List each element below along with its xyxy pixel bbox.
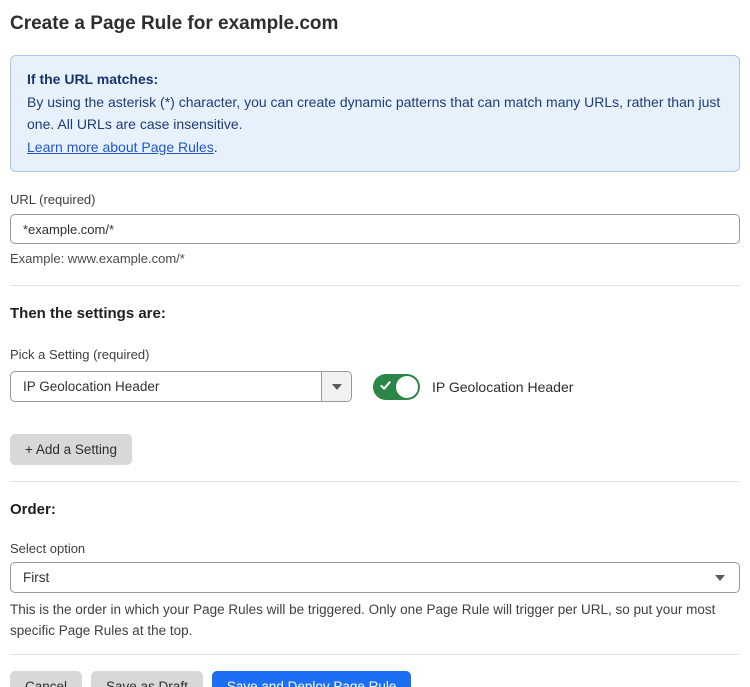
- order-select-value: First: [23, 570, 715, 585]
- setting-select-arrow-button[interactable]: [321, 372, 351, 401]
- order-select[interactable]: First: [10, 562, 740, 593]
- select-option-label: Select option: [10, 541, 740, 557]
- ip-geolocation-toggle[interactable]: [373, 374, 420, 400]
- footer-buttons: Cancel Save as Draft Save and Deploy Pag…: [10, 671, 740, 687]
- save-as-draft-button[interactable]: Save as Draft: [91, 671, 203, 687]
- save-and-deploy-button[interactable]: Save and Deploy Page Rule: [212, 671, 412, 687]
- setting-select[interactable]: IP Geolocation Header: [10, 371, 352, 402]
- url-label: URL (required): [10, 192, 740, 208]
- info-box-body: By using the asterisk (*) character, you…: [27, 91, 723, 136]
- pick-setting-label: Pick a Setting (required): [10, 347, 740, 363]
- url-helper-text: Example: www.example.com/*: [10, 250, 740, 267]
- setting-select-value: IP Geolocation Header: [11, 372, 321, 401]
- toggle-label: IP Geolocation Header: [432, 379, 573, 395]
- chevron-down-icon: [715, 575, 725, 581]
- add-setting-button[interactable]: + Add a Setting: [10, 434, 132, 465]
- check-icon: [380, 380, 391, 391]
- order-section-heading: Order:: [10, 500, 740, 519]
- link-suffix: .: [214, 139, 218, 155]
- toggle-knob: [396, 376, 418, 398]
- url-input[interactable]: [10, 214, 740, 244]
- page-title: Create a Page Rule for example.com: [10, 12, 740, 36]
- divider: [10, 285, 740, 286]
- divider: [10, 654, 740, 655]
- info-box-heading: If the URL matches:: [27, 68, 723, 91]
- create-page-rule-form: Create a Page Rule for example.com If th…: [0, 0, 750, 687]
- url-match-info-box: If the URL matches: By using the asteris…: [10, 55, 740, 172]
- order-helper-text: This is the order in which your Page Rul…: [10, 599, 722, 641]
- settings-section-heading: Then the settings are:: [10, 304, 740, 323]
- learn-more-link[interactable]: Learn more about Page Rules: [27, 139, 214, 155]
- setting-row: IP Geolocation Header IP Geolocation Hea…: [10, 371, 740, 402]
- chevron-down-icon: [332, 384, 342, 390]
- divider: [10, 481, 740, 482]
- cancel-button[interactable]: Cancel: [10, 671, 82, 687]
